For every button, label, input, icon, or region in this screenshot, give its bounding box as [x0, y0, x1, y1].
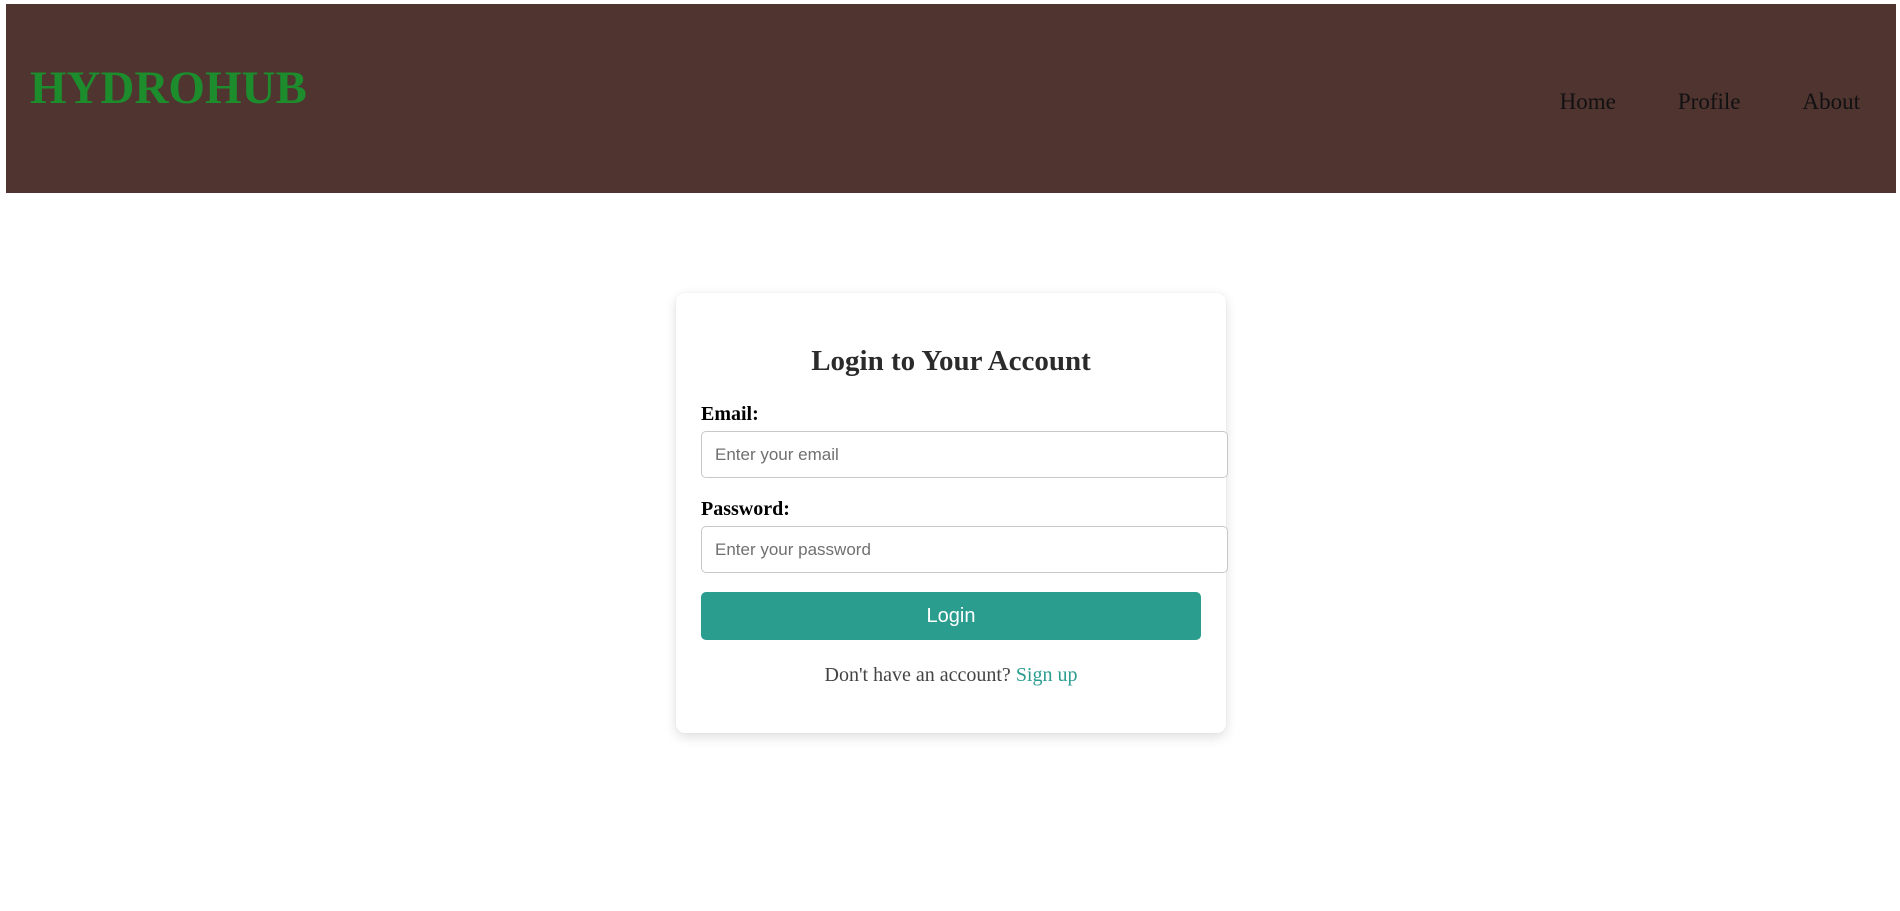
nav-profile[interactable]: Profile	[1678, 86, 1741, 118]
login-card: Login to Your Account Email: Password: L…	[676, 293, 1228, 733]
page: HYDROHUB Home Profile About Login to You…	[0, 0, 1900, 911]
signup-prompt: Don't have an account? Sign up	[676, 662, 1226, 688]
signup-link[interactable]: Sign up	[1016, 664, 1078, 686]
nav-home[interactable]: Home	[1560, 86, 1616, 118]
email-input[interactable]	[701, 431, 1228, 478]
login-button[interactable]: Login	[701, 592, 1201, 640]
site-header: HYDROHUB Home Profile About	[6, 4, 1896, 193]
brand-logo[interactable]: HYDROHUB	[30, 58, 307, 118]
password-label: Password:	[701, 498, 790, 520]
login-title: Login to Your Account	[811, 345, 1091, 377]
email-label: Email:	[701, 403, 759, 425]
main-nav: Home Profile About	[1560, 86, 1860, 118]
password-input[interactable]	[701, 526, 1228, 573]
signup-prompt-text: Don't have an account?	[824, 664, 1011, 686]
nav-about[interactable]: About	[1803, 86, 1861, 118]
